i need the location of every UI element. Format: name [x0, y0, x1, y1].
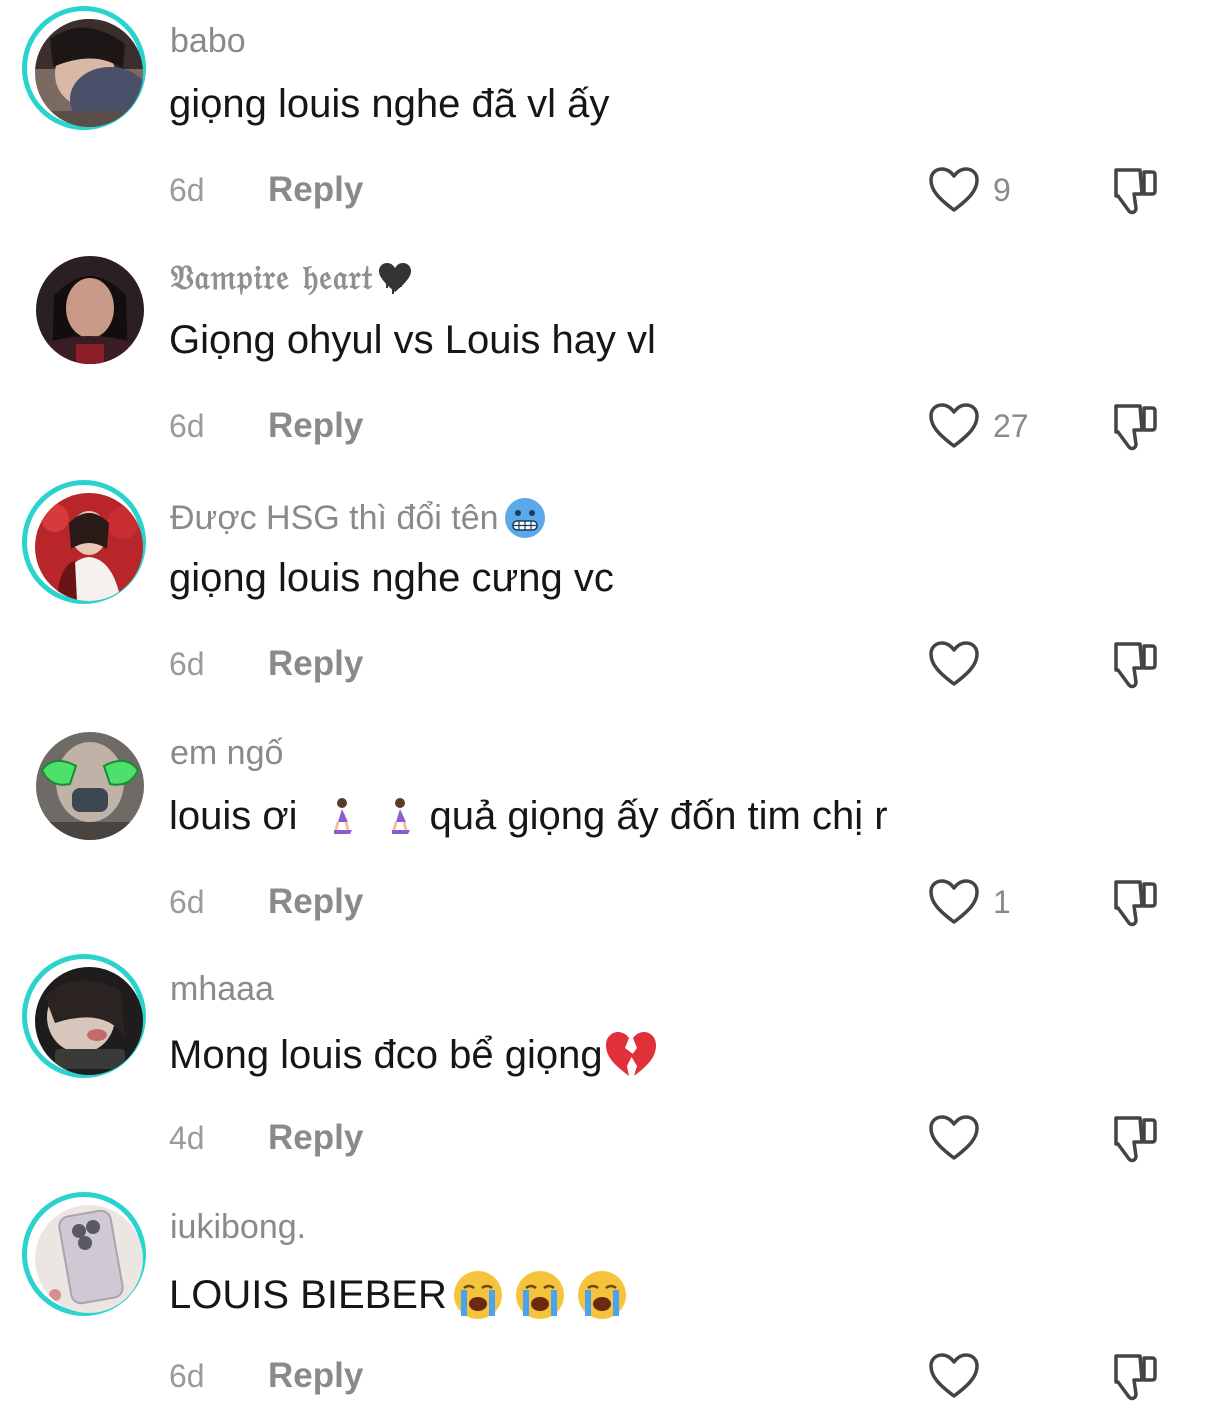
comment-username[interactable]: em ngố	[170, 734, 283, 773]
dislike-icon[interactable]	[1106, 638, 1160, 692]
comment-timestamp: 6d	[169, 646, 205, 682]
comment-item: Được HSG thì đổi tên giọng louis nghe cư…	[0, 474, 1206, 710]
heart-icon[interactable]	[928, 878, 980, 926]
comment-username[interactable]: iukibong.	[170, 1208, 306, 1247]
comment-username[interactable]: babo	[170, 22, 246, 61]
like-count: 27	[993, 408, 1029, 444]
dislike-icon[interactable]	[1106, 400, 1160, 454]
reply-button[interactable]: Reply	[268, 406, 363, 446]
heart-icon[interactable]	[928, 640, 980, 688]
dislike-icon[interactable]	[1106, 876, 1160, 930]
avatar-image	[35, 19, 143, 127]
avatar-image	[36, 256, 144, 364]
comment-timestamp: 4d	[169, 1120, 205, 1156]
like-count: 1	[993, 884, 1011, 920]
comment-text: LOUIS BIEBER	[169, 1268, 629, 1322]
comment-username[interactable]: 𝔙𝔞𝔪𝔭𝔦𝔯𝔢 𝔥𝔢𝔞𝔯𝔱	[170, 258, 413, 298]
comment-text: Giọng ohyul vs Louis hay vl	[169, 318, 656, 362]
avatar[interactable]	[22, 242, 146, 366]
heart-icon[interactable]	[928, 1352, 980, 1400]
comment-timestamp: 6d	[169, 408, 205, 444]
avatar[interactable]	[22, 718, 146, 842]
comment-text-part: Mong louis đco bể giọng	[169, 1032, 603, 1077]
reply-button[interactable]: Reply	[268, 1118, 363, 1158]
reply-button[interactable]: Reply	[268, 882, 363, 922]
crying-face-emoji	[577, 1271, 626, 1319]
black-heart-icon	[379, 263, 412, 294]
comment-timestamp: 6d	[169, 172, 205, 208]
comment-item: iukibong. LOUIS BIEBER 6d Reply	[0, 1186, 1206, 1422]
avatar-image	[35, 1205, 143, 1313]
comment-item: babo giọng louis nghe đã vl ấy 6d Reply …	[0, 0, 1206, 236]
dislike-icon[interactable]	[1106, 164, 1160, 218]
like-count: 9	[993, 172, 1011, 208]
crying-face-emoji	[453, 1271, 502, 1319]
comment-text-part: quả giọng ấy đốn tim chị r	[429, 794, 888, 838]
avatar-image	[35, 967, 143, 1075]
avatar[interactable]	[22, 6, 146, 130]
comment-item: em ngố louis ơi quả giọng ấy đốn tim chị…	[0, 712, 1206, 948]
comment-text-part: LOUIS BIEBER	[169, 1272, 447, 1317]
avatar-image	[36, 732, 144, 840]
dislike-icon[interactable]	[1106, 1112, 1160, 1166]
comment-timestamp: 6d	[169, 1358, 205, 1394]
avatar[interactable]	[22, 1192, 146, 1316]
reply-button[interactable]: Reply	[268, 1356, 363, 1396]
comment-text: giọng louis nghe cưng vc	[169, 556, 614, 600]
comment-text-part: louis ơi	[169, 794, 298, 838]
dislike-icon[interactable]	[1106, 1350, 1160, 1404]
freezing-face-emoji	[504, 498, 545, 538]
comment-item: 𝔙𝔞𝔪𝔭𝔦𝔯𝔢 𝔥𝔢𝔞𝔯𝔱 Giọng ohyul vs Louis hay v…	[0, 236, 1206, 472]
comment-text: louis ơi quả giọng ấy đốn tim chị r	[169, 794, 888, 839]
username-text: Được HSG thì đổi tên	[170, 498, 499, 537]
comment-item: mhaaa Mong louis đco bể giọng 4d Reply	[0, 948, 1206, 1184]
broken-heart-emoji	[605, 1032, 656, 1076]
comment-text: Mong louis đco bể giọng	[169, 1030, 659, 1080]
crying-face-emoji	[515, 1271, 564, 1319]
avatar-image	[35, 493, 143, 601]
avatar[interactable]	[22, 480, 146, 604]
kneeling-woman-emoji	[333, 797, 352, 834]
reply-button[interactable]: Reply	[268, 644, 363, 684]
username-text: 𝔙𝔞𝔪𝔭𝔦𝔯𝔢 𝔥𝔢𝔞𝔯𝔱	[170, 258, 374, 298]
comment-username[interactable]: Được HSG thì đổi tên	[170, 496, 547, 540]
avatar[interactable]	[22, 954, 146, 1078]
comment-text: giọng louis nghe đã vl ấy	[169, 82, 610, 126]
comment-username[interactable]: mhaaa	[170, 970, 274, 1009]
kneeling-woman-emoji	[391, 797, 410, 834]
reply-button[interactable]: Reply	[268, 170, 363, 210]
heart-icon[interactable]	[928, 1114, 980, 1162]
comment-timestamp: 6d	[169, 884, 205, 920]
heart-icon[interactable]	[928, 402, 980, 450]
heart-icon[interactable]	[928, 166, 980, 214]
